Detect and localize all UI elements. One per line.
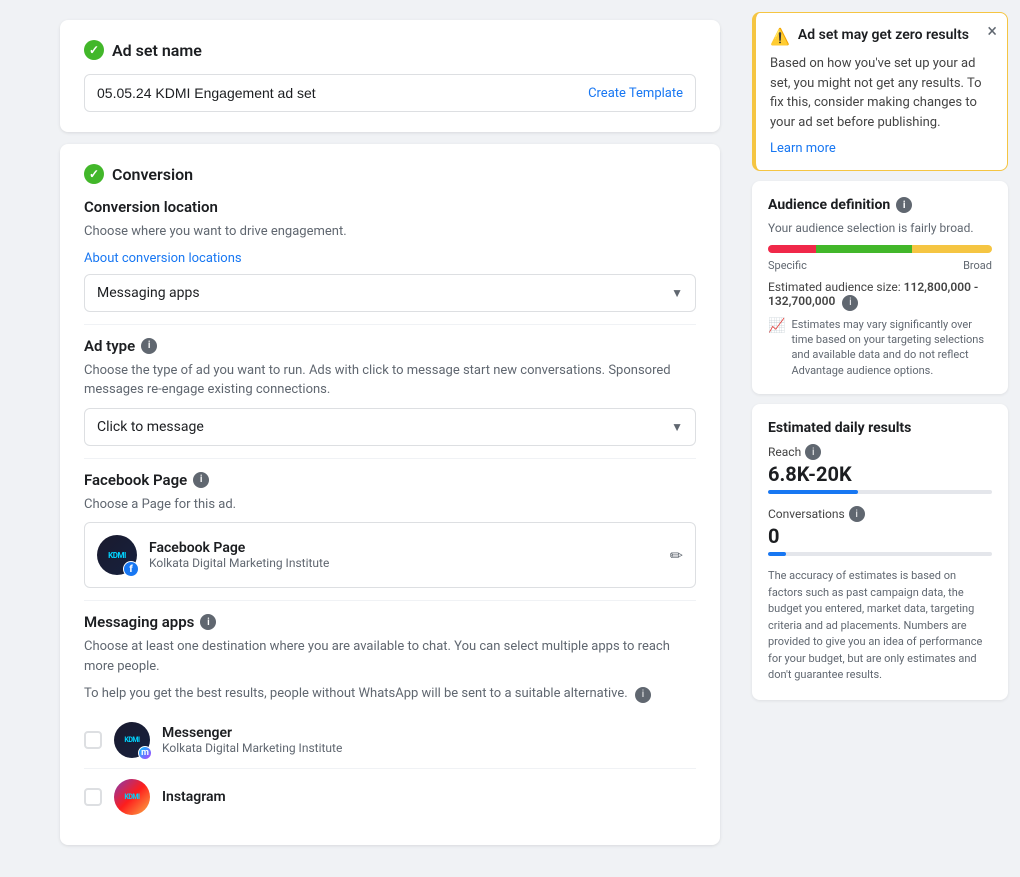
conversion-card: Conversion Conversion location Choose wh… xyxy=(60,144,720,845)
whatsapp-info-icon[interactable]: i xyxy=(635,687,651,703)
facebook-page-name: Facebook Page xyxy=(149,540,658,556)
warning-title: ⚠️ Ad set may get zero results xyxy=(770,27,993,46)
messenger-badge-icon: m xyxy=(138,746,152,760)
conversion-location-desc: Choose where you want to drive engagemen… xyxy=(84,222,696,242)
ad-type-section: Ad type i Choose the type of ad you want… xyxy=(84,337,696,446)
facebook-page-desc: Choose a Page for this ad. xyxy=(84,495,696,515)
ad-type-info-icon[interactable]: i xyxy=(141,338,157,354)
warning-box: ⚠️ Ad set may get zero results × Based o… xyxy=(752,12,1008,171)
messenger-info: Messenger Kolkata Digital Marketing Inst… xyxy=(162,725,696,755)
conversations-label: Conversations i xyxy=(768,506,992,522)
reach-value: 6.8K-20K xyxy=(768,462,992,486)
audience-estimate-note: 📈 Estimates may vary significantly over … xyxy=(768,317,992,379)
messenger-row: KDMI m Messenger Kolkata Digital Marketi… xyxy=(84,712,696,769)
audience-bar xyxy=(768,245,992,253)
chevron-down-icon: ▼ xyxy=(671,286,683,300)
create-template-button[interactable]: Create Template xyxy=(588,86,683,101)
facebook-page-info: Facebook Page Kolkata Digital Marketing … xyxy=(149,540,658,570)
warning-icon: ⚠️ xyxy=(770,27,790,46)
divider-1 xyxy=(84,324,696,325)
reach-info-icon[interactable]: i xyxy=(805,444,821,460)
conversion-title: Conversion xyxy=(112,165,193,184)
adset-name-input-row[interactable]: Create Template xyxy=(84,74,696,112)
ad-type-desc: Choose the type of ad you want to run. A… xyxy=(84,361,696,400)
audience-info-icon[interactable]: i xyxy=(896,197,912,213)
divider-2 xyxy=(84,458,696,459)
adset-name-input[interactable] xyxy=(97,85,578,101)
adset-name-card: Ad set name Create Template xyxy=(60,20,720,132)
avatar: KDMI f xyxy=(97,535,137,575)
bar-segment-specific xyxy=(768,245,816,253)
messaging-apps-label: Messaging apps i xyxy=(84,613,696,631)
conversion-check-icon xyxy=(84,164,104,184)
instagram-kdmi-avatar: KDMI xyxy=(114,779,150,815)
right-sidebar: ⚠️ Ad set may get zero results × Based o… xyxy=(740,0,1020,877)
conversion-location-section: Conversion location Choose where you wan… xyxy=(84,198,696,312)
edit-icon[interactable]: ✏ xyxy=(670,546,683,565)
messenger-name: Messenger xyxy=(162,725,696,741)
warning-body: Based on how you've set up your ad set, … xyxy=(770,54,993,132)
main-content: Ad set name Create Template Conversion C… xyxy=(0,0,740,877)
conversations-value: 0 xyxy=(768,524,992,548)
daily-results-card: Estimated daily results Reach i 6.8K-20K… xyxy=(752,404,1008,700)
adset-check-icon xyxy=(84,40,104,60)
reach-label: Reach i xyxy=(768,444,992,460)
messaging-apps-desc2: To help you get the best results, people… xyxy=(84,684,696,704)
reach-bar xyxy=(768,490,992,494)
audience-definition-card: Audience definition i Your audience sele… xyxy=(752,181,1008,394)
audience-size-info-icon[interactable]: i xyxy=(842,295,858,311)
messaging-apps-info-icon[interactable]: i xyxy=(200,614,216,630)
instagram-info: Instagram xyxy=(162,789,696,805)
chevron-down-icon-2: ▼ xyxy=(671,420,683,434)
messenger-subtitle: Kolkata Digital Marketing Institute xyxy=(162,741,696,755)
graph-icon: 📈 xyxy=(768,317,785,379)
audience-definition-title: Audience definition i xyxy=(768,197,992,213)
instagram-row: KDMI Instagram xyxy=(84,769,696,825)
facebook-badge-icon: f xyxy=(123,561,139,577)
learn-more-link[interactable]: Learn more xyxy=(770,141,836,156)
bar-segment-mid xyxy=(816,245,912,253)
ad-type-label: Ad type i xyxy=(84,337,696,355)
audience-description: Your audience selection is fairly broad. xyxy=(768,221,992,235)
facebook-page-subtitle: Kolkata Digital Marketing Institute xyxy=(149,556,658,570)
conversations-bar xyxy=(768,552,992,556)
facebook-page-label: Facebook Page i xyxy=(84,471,696,489)
instagram-checkbox[interactable] xyxy=(84,788,102,806)
conversion-location-dropdown[interactable]: Messaging apps ▼ xyxy=(84,274,696,312)
ad-type-dropdown[interactable]: Click to message ▼ xyxy=(84,408,696,446)
divider-3 xyxy=(84,600,696,601)
audience-size: Estimated audience size: 112,800,000 - 1… xyxy=(768,280,992,311)
conversion-header: Conversion xyxy=(84,164,696,184)
accuracy-note: The accuracy of estimates is based on fa… xyxy=(768,568,992,684)
audience-progress-bars: Specific Broad xyxy=(768,245,992,272)
conversations-bar-fill xyxy=(768,552,786,556)
messenger-checkbox[interactable] xyxy=(84,731,102,749)
close-button[interactable]: × xyxy=(987,23,997,41)
facebook-page-section: Facebook Page i Choose a Page for this a… xyxy=(84,471,696,589)
messaging-apps-desc1: Choose at least one destination where yo… xyxy=(84,637,696,676)
reach-bar-fill xyxy=(768,490,858,494)
facebook-page-info-icon[interactable]: i xyxy=(193,472,209,488)
messaging-apps-section: Messaging apps i Choose at least one des… xyxy=(84,613,696,825)
messenger-avatar: KDMI m xyxy=(114,722,150,758)
adset-title: Ad set name xyxy=(112,41,202,60)
instagram-avatar: KDMI xyxy=(114,779,150,815)
daily-results-title: Estimated daily results xyxy=(768,420,992,436)
conversion-location-label: Conversion location xyxy=(84,198,696,216)
about-conversion-link[interactable]: About conversion locations xyxy=(84,251,242,266)
instagram-name: Instagram xyxy=(162,789,696,805)
facebook-page-row: KDMI f Facebook Page Kolkata Digital Mar… xyxy=(84,522,696,588)
conversations-info-icon[interactable]: i xyxy=(849,506,865,522)
adset-name-header: Ad set name xyxy=(84,40,696,60)
bar-segment-broad xyxy=(912,245,992,253)
bar-labels: Specific Broad xyxy=(768,259,992,272)
